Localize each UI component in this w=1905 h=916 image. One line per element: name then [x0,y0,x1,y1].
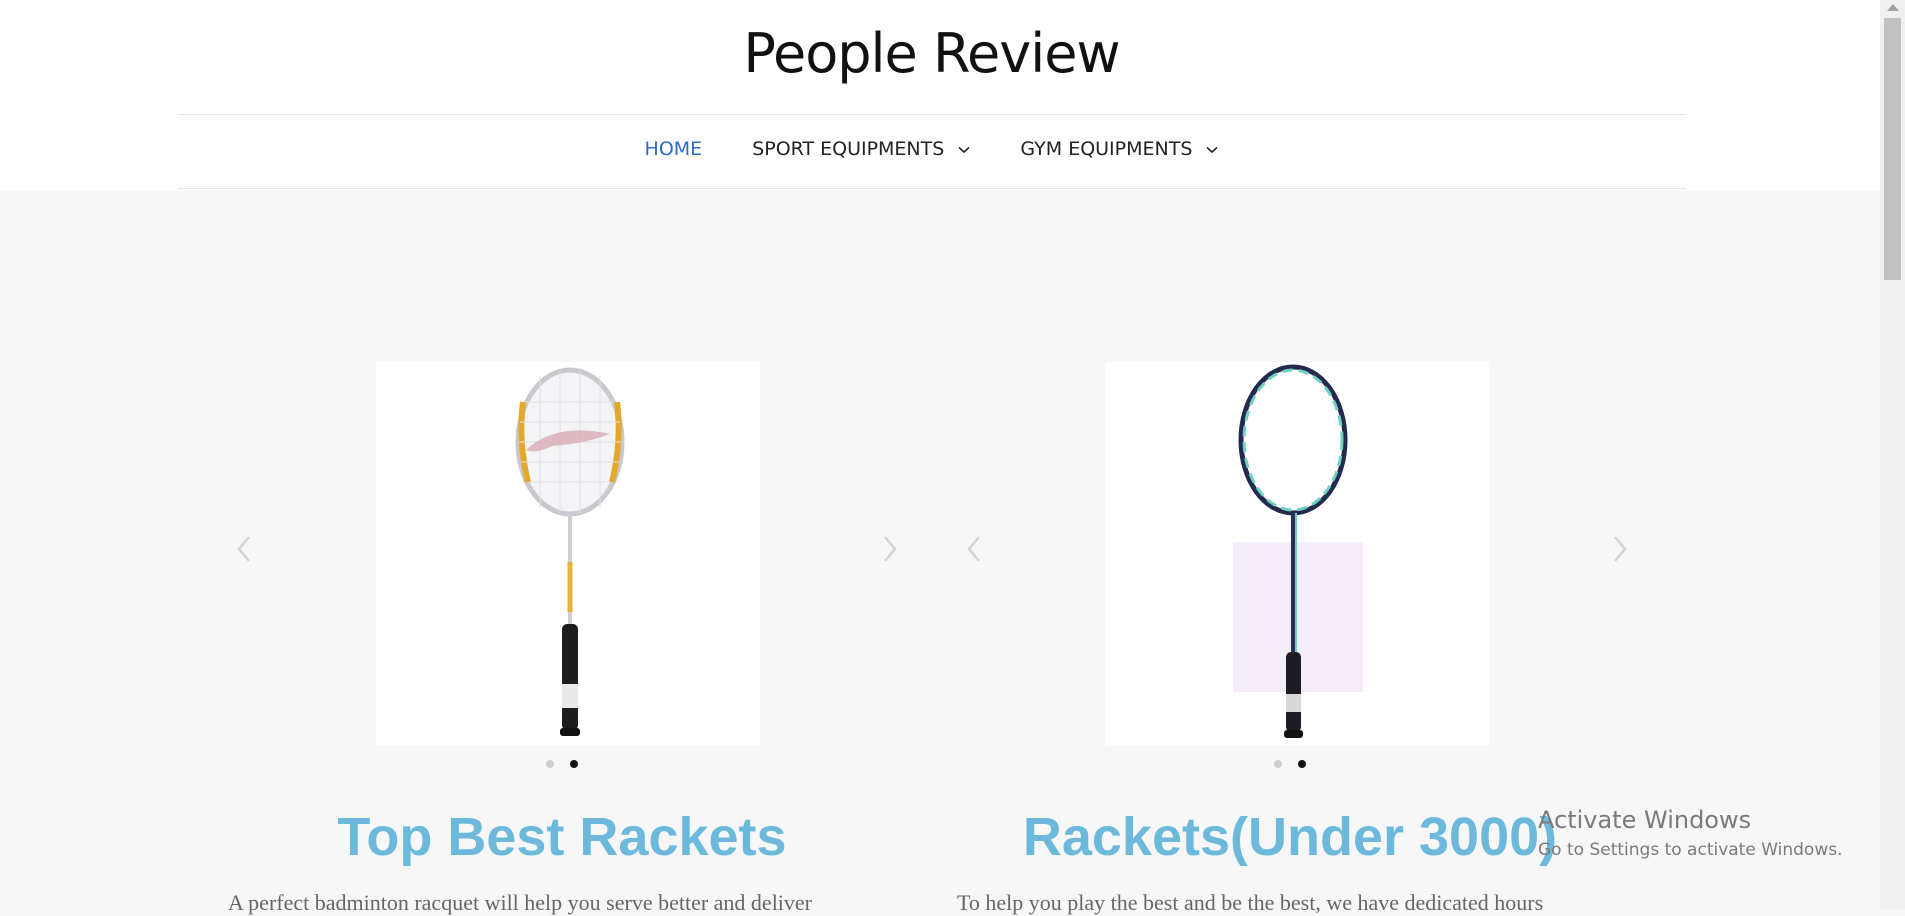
nav-item-sport-equipments[interactable]: SPORT EQUIPMENTS [752,138,970,160]
slider-next-button[interactable] [1612,535,1628,568]
slider-image[interactable] [1105,362,1489,746]
nav-item-gym-equipments-label: GYM EQUIPMENTS [1020,138,1193,160]
page-scrollbar[interactable] [1880,0,1905,910]
nav-item-gym-equipments[interactable]: GYM EQUIPMENTS [1020,138,1218,160]
watermark-line-2: Go to Settings to activate Windows. [1538,840,1843,860]
windows-activation-watermark: Activate Windows Go to Settings to activ… [1538,806,1843,860]
slider-dot-2[interactable] [570,760,578,768]
scrollbar-thumb[interactable] [1884,18,1901,280]
nav-item-home-label: HOME [644,138,703,160]
slider-dots [188,760,936,768]
main-nav: HOME SPORT EQUIPMENTS GYM EQUIPMENTS [0,138,1863,160]
slider-prev-button[interactable] [966,535,982,568]
slider-next-button[interactable] [882,535,898,568]
main-content: Top Best Rackets A perfect badminton rac… [0,190,1880,915]
slider-prev-button[interactable] [236,535,252,568]
slider-dots [916,760,1664,768]
card-title[interactable]: Top Best Rackets [188,806,936,868]
nav-item-sport-equipments-label: SPORT EQUIPMENTS [752,138,945,160]
header-divider [178,114,1686,115]
chevron-right-icon [884,536,897,562]
slider-dot-1[interactable] [546,760,554,768]
watermark-line-1: Activate Windows [1538,806,1752,834]
card-description: To help you play the best and be the bes… [957,890,1544,915]
slider-image[interactable] [376,362,760,746]
site-title[interactable]: People Review [0,22,1863,85]
card-top-best-rackets: Top Best Rackets A perfect badminton rac… [194,190,924,915]
slider-dot-1[interactable] [1274,760,1282,768]
chevron-down-icon [1206,146,1218,153]
slider-dot-2[interactable] [1298,760,1306,768]
card-description: A perfect badminton racquet will help yo… [228,890,813,915]
chevron-right-icon [1614,536,1627,562]
card-rackets-under-3000: Rackets(Under 3000) To help you play the… [924,190,1654,915]
badminton-racket-image [376,362,760,746]
site-header: People Review HOME SPORT EQUIPMENTS GYM … [0,0,1880,190]
chevron-left-icon [237,536,250,562]
nav-divider [178,188,1686,189]
chevron-down-icon [958,146,970,153]
chevron-left-icon [967,536,980,562]
badminton-racket-image [1105,362,1489,746]
scroll-up-icon[interactable] [1887,4,1899,11]
nav-item-home[interactable]: HOME [645,138,703,160]
